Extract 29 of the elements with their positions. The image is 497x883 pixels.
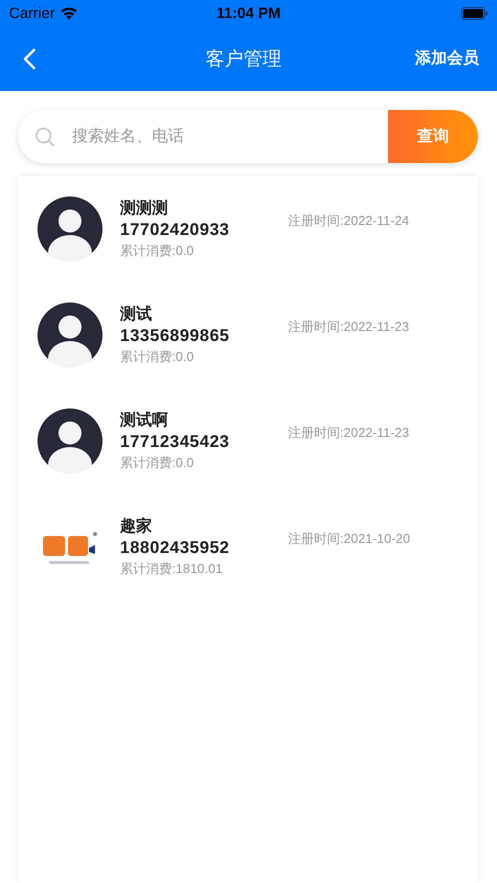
avatar-icon bbox=[37, 408, 103, 474]
customer-name: 测试 bbox=[120, 304, 153, 325]
phone-number: 17702420933 bbox=[120, 219, 231, 241]
phone-number: 17712345423 bbox=[120, 431, 231, 453]
registration-date: 注册时间:2022-11-23 bbox=[288, 424, 410, 442]
spending-total: 累计消费:0.0 bbox=[120, 454, 195, 472]
customer-name: 测试啊 bbox=[120, 410, 169, 431]
customer-name: 测测测 bbox=[120, 198, 169, 219]
spending-total: 累计消费:1810.01 bbox=[120, 560, 224, 578]
search-field[interactable]: 搜索姓名、电话 查询 bbox=[18, 110, 478, 163]
carrier-label: Carrier bbox=[9, 4, 55, 22]
spending-total: 累计消费:0.0 bbox=[120, 348, 195, 366]
add-member-button[interactable]: 添加会员 bbox=[415, 48, 479, 69]
phone-number: 18802435952 bbox=[120, 537, 231, 559]
spending-total: 累计消费:0.0 bbox=[120, 242, 195, 260]
avatar-icon bbox=[37, 196, 103, 262]
status-time: 11:04 PM bbox=[215, 4, 282, 22]
back-icon[interactable] bbox=[22, 48, 36, 70]
registration-date: 注册时间:2021-10-20 bbox=[288, 530, 410, 548]
page-title: 客户管理 bbox=[204, 48, 282, 72]
avatar-icon bbox=[37, 302, 103, 368]
phone-number: 13356899865 bbox=[120, 325, 231, 347]
registration-date: 注册时间:2022-11-24 bbox=[288, 212, 410, 230]
search-icon bbox=[35, 126, 55, 146]
customer-name: 趣家 bbox=[120, 516, 153, 537]
wifi-icon bbox=[60, 6, 78, 20]
battery-icon bbox=[461, 6, 488, 20]
search-button[interactable]: 查询 bbox=[388, 110, 478, 163]
registration-date: 注册时间:2022-11-23 bbox=[288, 318, 410, 336]
